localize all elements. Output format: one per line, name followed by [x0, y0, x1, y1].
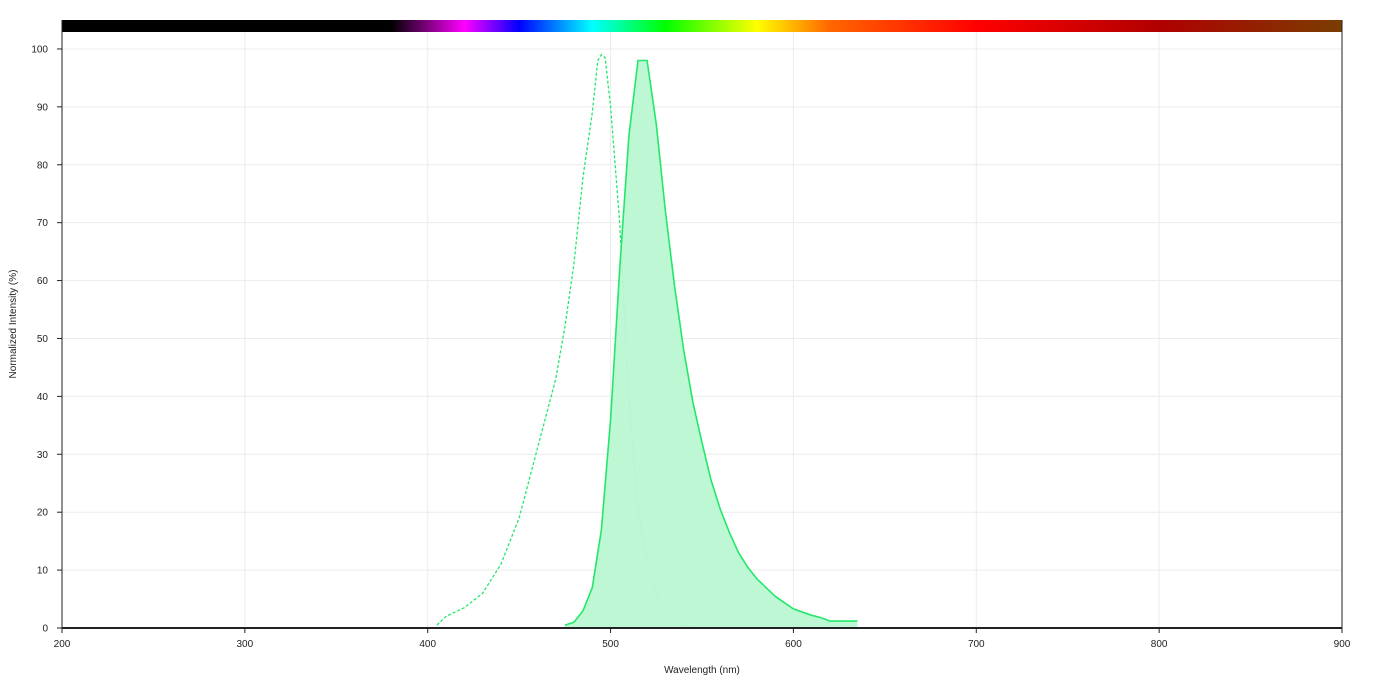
emission-area-fill — [564, 60, 858, 628]
y-tick-label: 100 — [31, 44, 48, 55]
x-tick-label: 600 — [785, 639, 802, 650]
y-tick-label: 0 — [42, 624, 48, 635]
y-tick-label: 40 — [37, 392, 49, 403]
x-axis-title: Wavelength (nm) — [664, 665, 740, 676]
chart-canvas: 200 300 400 500 600 700 800 900 0 10 20 30 40 50 60 70… — [8, 20, 1351, 676]
x-tick-label: 400 — [419, 639, 436, 650]
x-tick-label: 800 — [1151, 639, 1168, 650]
y-tick-label: 20 — [37, 508, 49, 519]
y-tick-label: 90 — [37, 102, 49, 113]
series-layer — [436, 53, 858, 629]
spectrum-chart: 200 300 400 500 600 700 800 900 0 10 20 30 40 50 60 70… — [0, 0, 1385, 684]
y-tick-label: 50 — [37, 334, 49, 345]
x-tick-label: 900 — [1334, 639, 1351, 650]
y-axis-title: Normalized Intensity (%) — [8, 270, 19, 379]
x-tick-label: 200 — [54, 639, 71, 650]
x-tick-label: 700 — [968, 639, 985, 650]
y-tick-labels: 0 10 20 30 40 50 60 70 80 90 100 — [31, 44, 48, 634]
y-tick-label: 10 — [37, 566, 49, 577]
y-tick-label: 60 — [37, 276, 49, 287]
x-tick-label: 500 — [602, 639, 619, 650]
wavelength-color-bar — [62, 20, 1342, 32]
x-tick-label: 300 — [237, 639, 254, 650]
y-tick-label: 80 — [37, 160, 49, 171]
x-tick-labels: 200 300 400 500 600 700 800 900 — [54, 639, 1351, 650]
y-tick-label: 30 — [37, 450, 49, 461]
y-tick-label: 70 — [37, 218, 49, 229]
